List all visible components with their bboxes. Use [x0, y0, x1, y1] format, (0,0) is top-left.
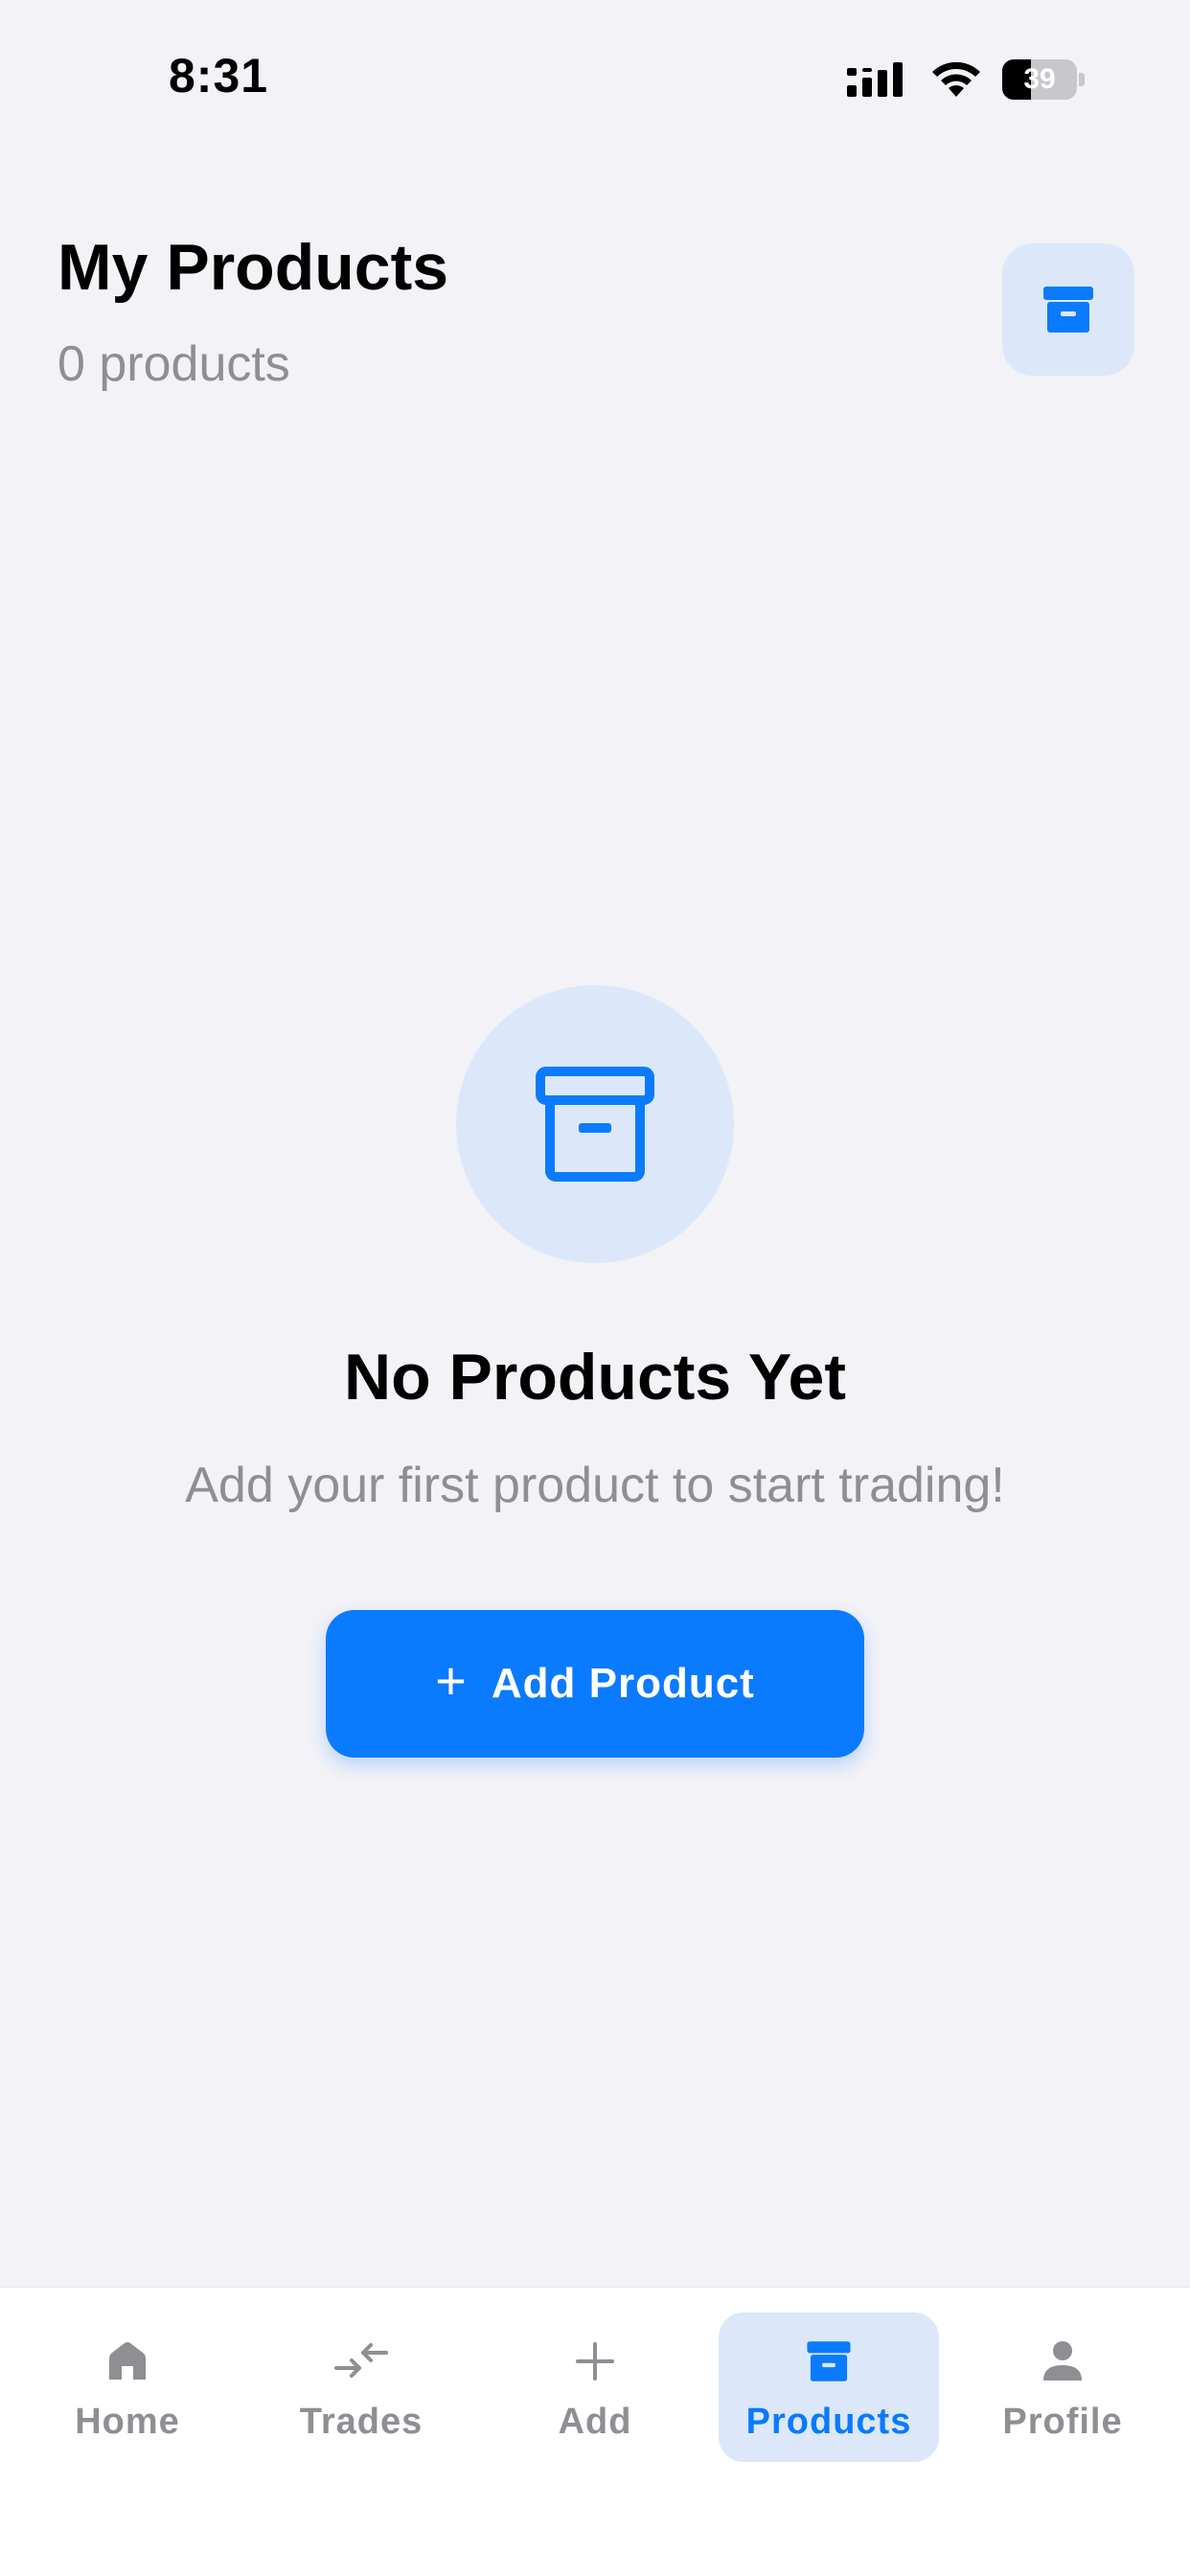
wifi-icon: [932, 61, 980, 97]
tab-add[interactable]: Add: [485, 2312, 705, 2462]
plus-icon: +: [435, 1650, 467, 1711]
swap-arrows-icon: [332, 2333, 390, 2390]
page-title: My Products: [57, 231, 449, 304]
tab-add-label: Add: [558, 2401, 632, 2442]
product-count: 0 products: [57, 336, 290, 392]
tab-bar: Home Trades Add Products Profile: [0, 2287, 1190, 2576]
empty-state-illustration: [456, 985, 734, 1263]
home-icon: [99, 2333, 156, 2390]
add-product-label: Add Product: [491, 1660, 755, 1707]
signal-icon: [847, 62, 903, 97]
tab-products-label: Products: [745, 2401, 912, 2442]
status-bar: 8:31 39: [0, 0, 1190, 153]
archive-box-icon: [1043, 287, 1093, 333]
tab-profile[interactable]: Profile: [952, 2312, 1173, 2462]
empty-state-title: No Products Yet: [344, 1341, 846, 1414]
person-icon: [1034, 2333, 1091, 2390]
tab-trades-label: Trades: [299, 2401, 423, 2442]
tab-home[interactable]: Home: [17, 2312, 238, 2462]
battery-icon: 39: [1002, 59, 1085, 100]
tab-profile-label: Profile: [1002, 2401, 1123, 2442]
status-icons: 39: [847, 56, 1085, 104]
plus-icon: [566, 2333, 624, 2390]
empty-state-subtitle: Add your first product to start trading!: [185, 1458, 1005, 1513]
add-product-button[interactable]: + Add Product: [326, 1610, 864, 1758]
tab-home-label: Home: [75, 2401, 180, 2442]
status-time: 8:31: [169, 49, 269, 103]
archive-button[interactable]: [1002, 243, 1134, 376]
battery-level: 39: [1023, 63, 1056, 95]
tab-trades[interactable]: Trades: [251, 2312, 471, 2462]
tab-products[interactable]: Products: [719, 2312, 939, 2462]
archive-box-icon: [536, 1067, 654, 1182]
archive-box-icon: [800, 2333, 858, 2390]
screen: 8:31 39 My Products 0 products No Produc…: [0, 0, 1190, 2576]
